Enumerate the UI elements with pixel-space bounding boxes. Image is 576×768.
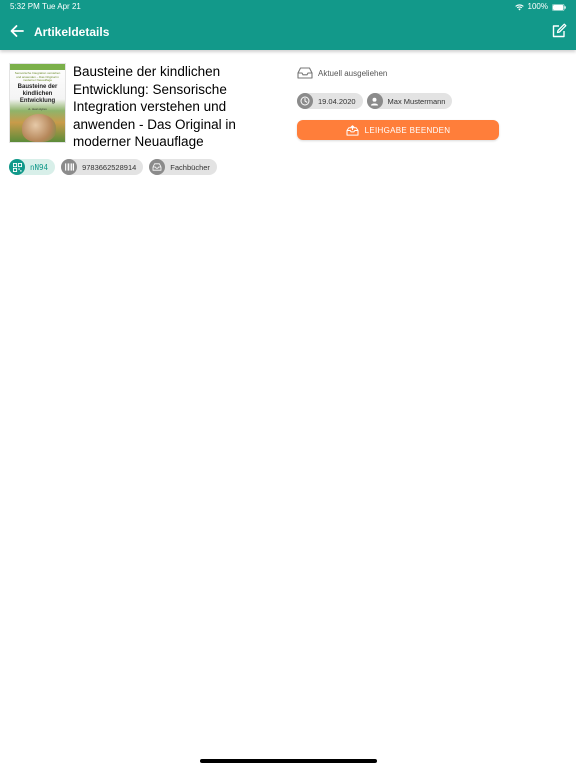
cover-subtitle: Sensorische Integration verstehen und an… [14, 71, 61, 82]
loan-date: 19.04.2020 [318, 96, 356, 106]
home-indicator [200, 759, 377, 763]
battery-percentage: 100% [527, 2, 548, 11]
status-time: 5:32 PM [10, 2, 40, 11]
borrower-name: Max Mustermann [387, 96, 446, 106]
back-button[interactable] [9, 23, 25, 39]
item-meta-chips: nN94 9783662528914 Fachbücher [9, 159, 217, 175]
end-loan-button[interactable]: LEIHGABE BEENDEN [297, 120, 499, 140]
barcode-icon [61, 159, 78, 175]
edit-icon [552, 23, 567, 38]
return-box-icon [346, 124, 359, 136]
status-bar: 5:32 PM Tue Apr 21 100% [0, 0, 576, 14]
category-value: Fachbücher [170, 162, 210, 172]
edit-button[interactable] [551, 23, 567, 39]
category-icon [149, 159, 166, 175]
loan-date-chip: 19.04.2020 [297, 93, 363, 109]
cover-author: A. Jean Ayres [28, 107, 47, 111]
cover-photo [22, 114, 56, 142]
end-loan-label: LEIHGABE BEENDEN [364, 125, 451, 135]
inbox-icon [297, 67, 313, 79]
isbn-chip: 9783662528914 [61, 159, 144, 175]
arrow-left-icon [10, 25, 24, 37]
status-indicators: 100% [514, 0, 566, 14]
category-chip: Fachbücher [149, 159, 217, 175]
status-date: Tue Apr 21 [42, 2, 81, 11]
clock-icon [297, 93, 313, 109]
app-header: 5:32 PM Tue Apr 21 100% Artikeldetails [0, 0, 576, 50]
person-icon [366, 93, 383, 109]
isbn-value: 9783662528914 [82, 162, 137, 172]
cover-band [10, 64, 65, 70]
page-title: Artikeldetails [34, 25, 110, 39]
navigation-bar: Artikeldetails [0, 14, 576, 50]
item-code: nN94 [30, 162, 49, 172]
book-cover-image: Sensorische Integration verstehen und an… [9, 63, 66, 143]
item-details-screen: 5:32 PM Tue Apr 21 100% Artikeldetails S… [0, 0, 576, 768]
borrower-chip: Max Mustermann [366, 93, 453, 109]
loan-status-text: Aktuell ausgeliehen [318, 68, 388, 78]
cover-title: Bausteine der kindlichen Entwicklung [17, 84, 58, 104]
loan-status: Aktuell ausgeliehen [297, 67, 387, 79]
battery-icon [552, 3, 566, 11]
item-title: Bausteine der kindlichen Entwicklung: Se… [73, 64, 236, 149]
qr-code-icon [9, 159, 25, 175]
item-code-chip: nN94 [9, 159, 56, 175]
loan-meta-chips: 19.04.2020 Max Mustermann [297, 93, 453, 109]
wifi-icon [514, 3, 524, 11]
